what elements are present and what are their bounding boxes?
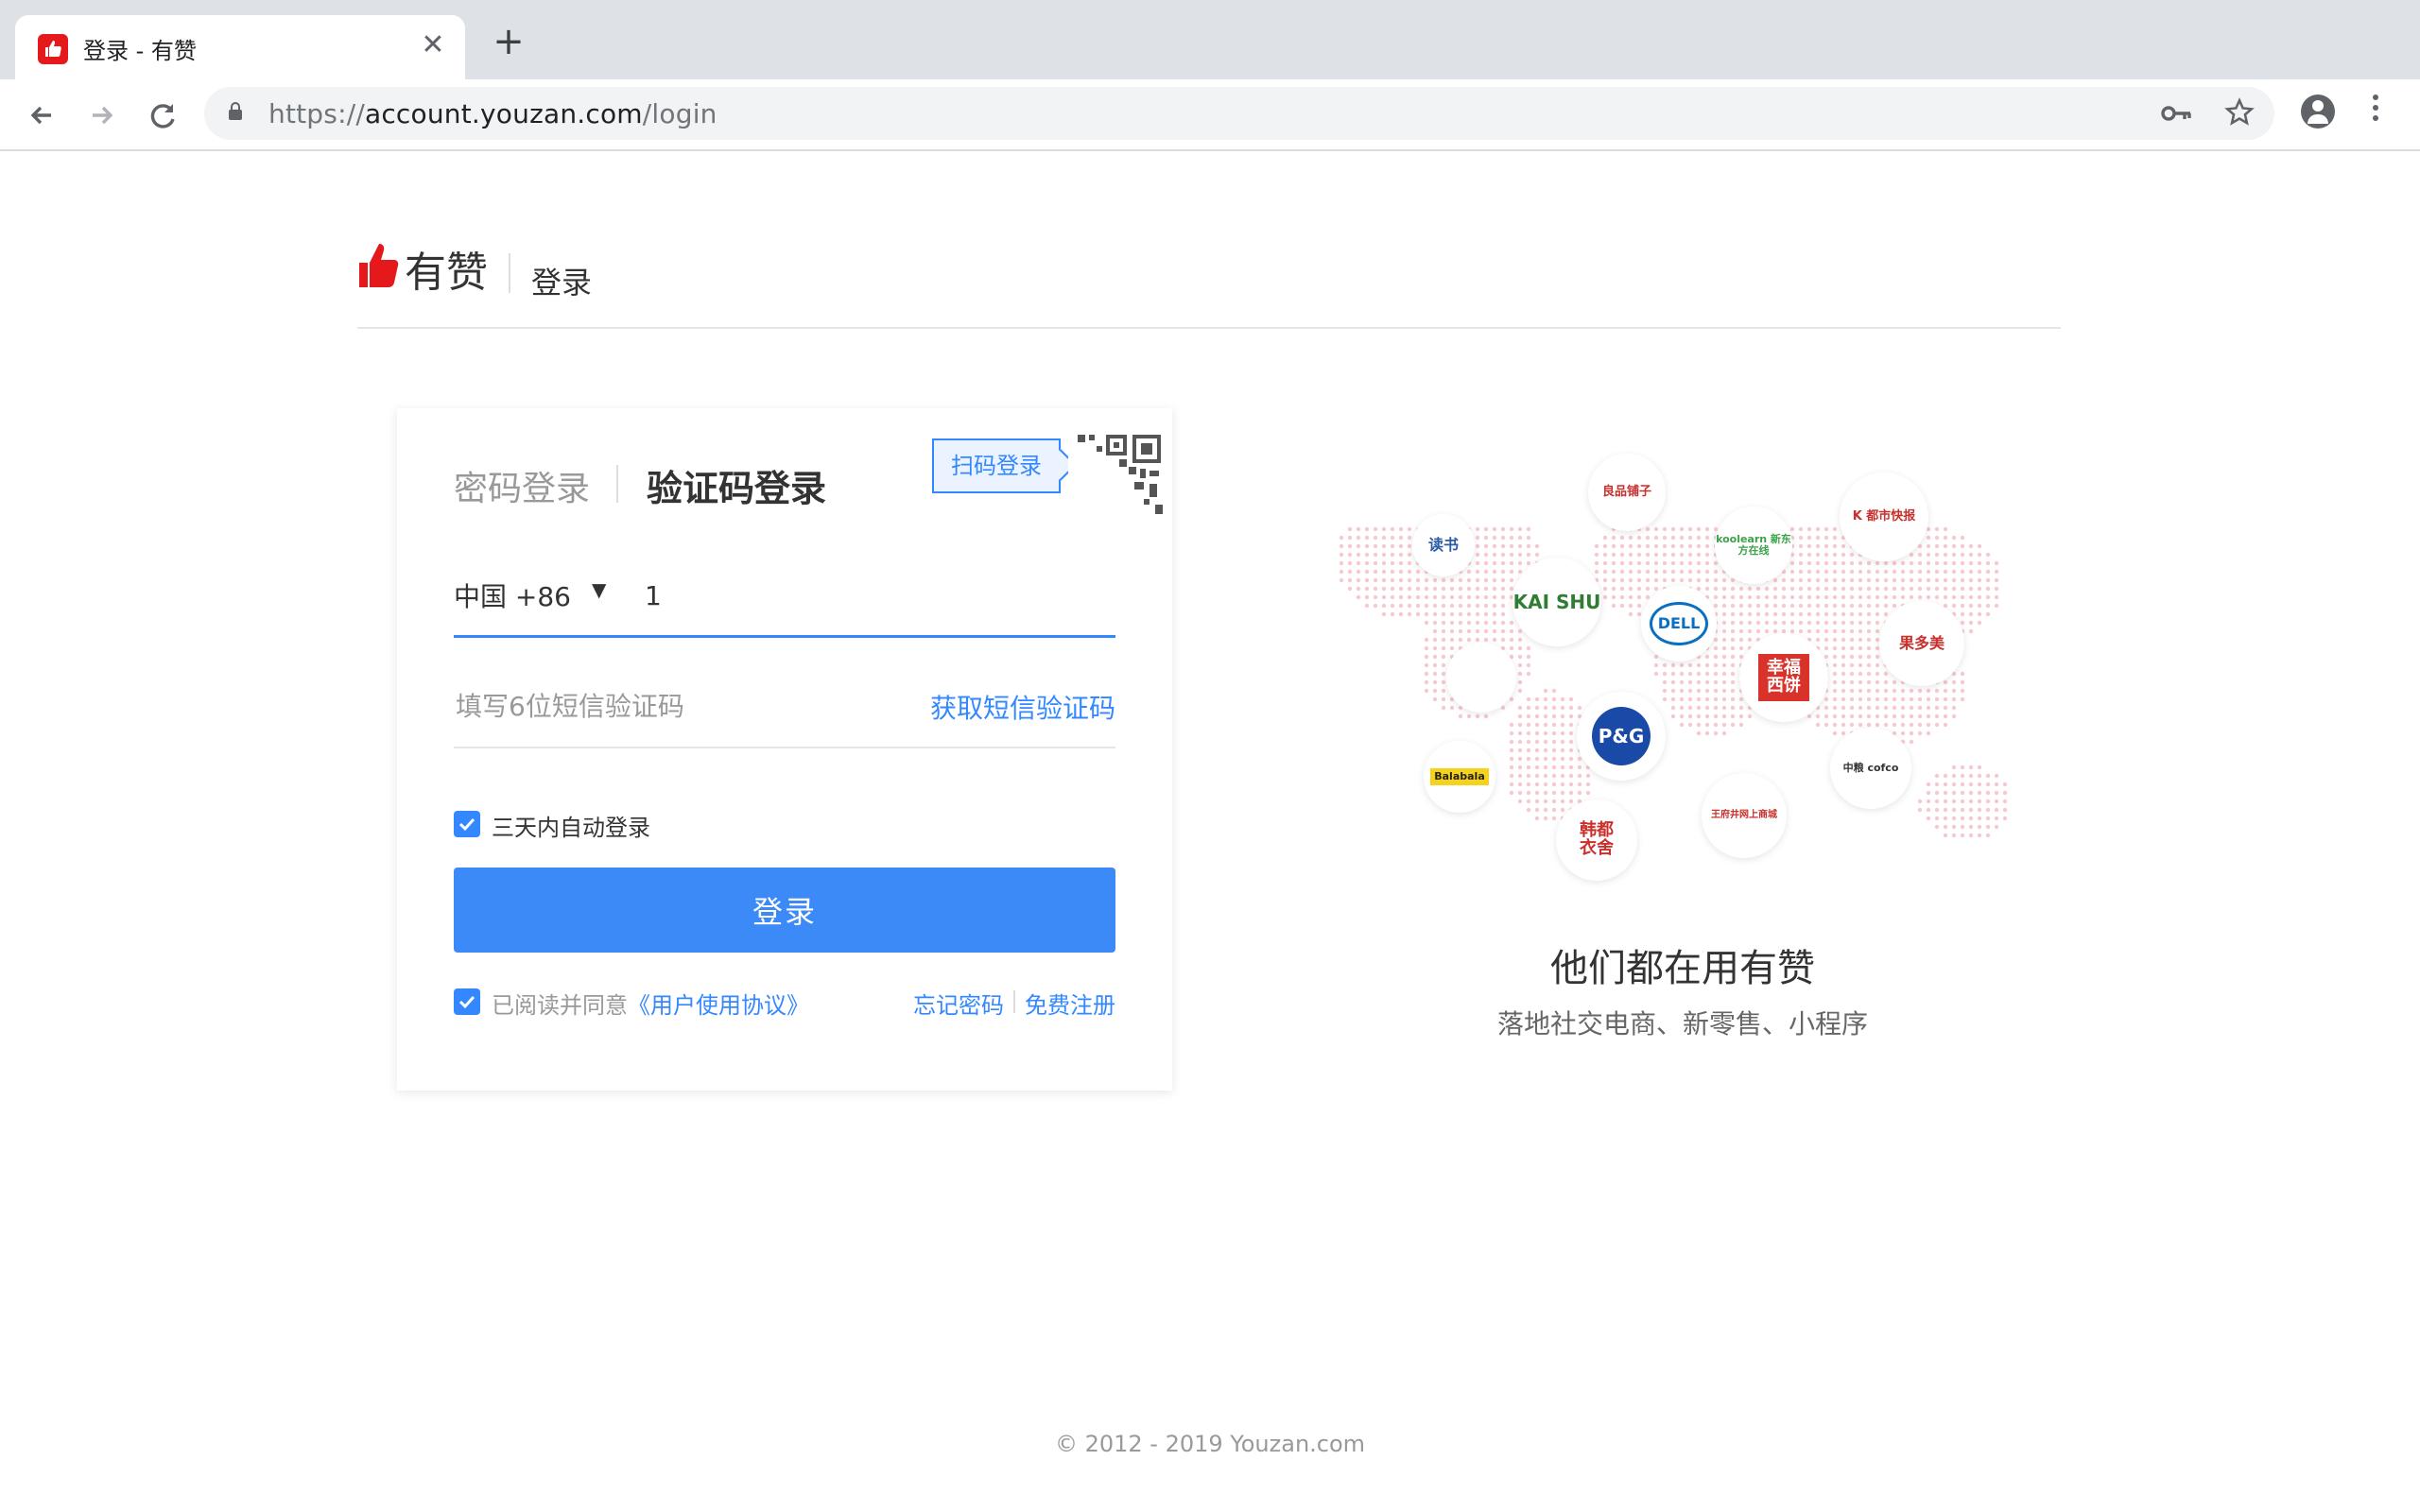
brand-logo-xingfuxibing: 幸福西饼 [1739,633,1828,722]
get-sms-code-link[interactable]: 获取短信验证码 [930,688,1115,726]
login-card: 密码登录 验证码登录 扫码登录 中国 +86 ▼ 获取短信验证码 三 [397,408,1172,1091]
brand-logo-wangfujing: 王府井网上商城 [1702,773,1787,858]
tab-divider [616,465,618,503]
agreement-row: 已阅读并同意《用户使用协议》 忘记密码 免费注册 [454,987,1115,1020]
brand-logo-koolearn: koolearn 新东方在线 [1715,507,1792,584]
customer-brand-map: 良品铺子 读书 koolearn 新东方在线 K 都市快报 KAI SHU DE… [1314,444,2051,898]
brand-logo-dushikuaibao: K 都市快报 [1840,472,1928,561]
caret-down-icon[interactable]: ▼ [592,578,606,601]
showcase-slogan: 他们都在用有赞 [1550,947,1815,990]
header-divider [509,253,510,293]
agreement-checkbox[interactable] [454,988,480,1015]
sms-code-row: 获取短信验证码 [454,679,1115,748]
header-rule [357,327,2061,329]
agreement-prefix: 已阅读并同意 [492,992,628,1019]
brand-logo-guoduomei: 果多美 [1879,601,1964,686]
brand-logo-handuyishe: 韩都 衣舍 [1556,799,1637,881]
tab-sms-login[interactable]: 验证码登录 [647,459,826,511]
address-bar[interactable]: https://account.youzan.com/login [204,87,2274,140]
bookmark-star-icon[interactable] [2223,96,2256,137]
brand-logo-kaishu: KAI SHU [1512,558,1601,646]
tab-title: 登录 - 有赞 [83,38,197,64]
brand-logo-dushu: 读书 [1412,514,1475,576]
page-title: 登录 [531,265,593,301]
back-icon[interactable] [23,96,60,134]
user-agreement-link[interactable]: 《用户使用协议》 [628,992,809,1019]
brand-logo-dell: DELL [1641,586,1717,662]
brand-logo-cartoon [1446,643,1516,713]
phone-input[interactable] [643,571,1100,620]
youzan-logo-icon[interactable] [357,242,399,293]
brand-logo-liangpin: 良品铺子 [1588,454,1666,531]
phone-field-row: 中国 +86 ▼ [454,569,1115,638]
copyright-footer: © 2012 - 2019 Youzan.com [1054,1431,1366,1457]
tab-password-login[interactable]: 密码登录 [454,461,590,510]
qr-code-icon[interactable] [1068,433,1167,531]
login-button[interactable]: 登录 [454,868,1115,953]
youzan-favicon-icon [38,34,68,64]
browser-toolbar: https://account.youzan.com/login [0,79,2420,151]
key-icon[interactable] [2161,100,2193,131]
reload-icon[interactable] [144,96,182,134]
browser-menu-icon[interactable] [2373,94,2378,129]
brand-name[interactable]: 有赞 [405,238,488,299]
country-code-select[interactable]: 中国 +86 [454,576,571,614]
qr-login-tip[interactable]: 扫码登录 [932,438,1061,493]
remember-checkbox[interactable] [454,811,480,837]
forward-icon[interactable] [83,96,121,134]
browser-tabstrip: 登录 - 有赞 ✕ + [0,0,2420,79]
brand-logo-cofco: 中粮 cofco [1830,728,1911,809]
sms-code-input[interactable] [454,679,892,733]
brand-logo-balabala: Balabala [1424,741,1495,813]
remember-label: 三天内自动登录 [492,815,650,841]
close-tab-icon[interactable]: ✕ [416,28,450,62]
agreement-text: 已阅读并同意《用户使用协议》 [492,987,809,1020]
register-link[interactable]: 免费注册 [1025,987,1115,1020]
brand-logo-pg: P&G [1577,692,1666,781]
showcase-subslogan: 落地社交电商、新零售、小程序 [1496,1008,1868,1040]
forgot-password-link[interactable]: 忘记密码 [913,987,1004,1020]
link-divider [1013,990,1015,1013]
browser-tab[interactable]: 登录 - 有赞 ✕ [15,15,465,79]
new-tab-icon[interactable]: + [490,23,527,60]
lock-icon [229,102,242,120]
url-text: https://account.youzan.com/login [268,98,717,129]
profile-avatar-icon[interactable] [2301,94,2335,129]
